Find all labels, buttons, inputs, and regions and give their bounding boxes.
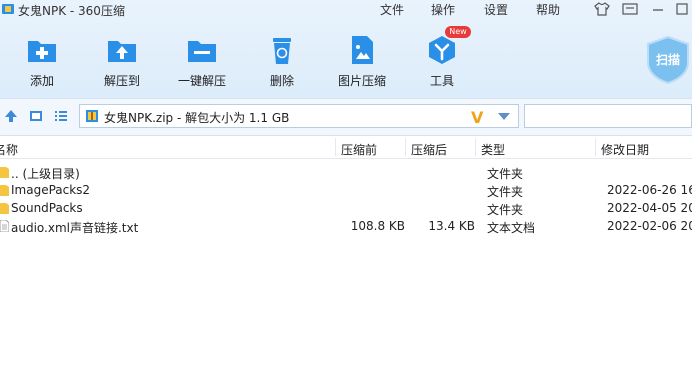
message-icon[interactable] <box>622 2 638 16</box>
add-label: 添加 <box>29 74 54 88</box>
column-type[interactable]: 类型 <box>481 141 505 158</box>
menu-operate[interactable]: 操作 <box>431 1 455 18</box>
skin-shirt-icon[interactable] <box>594 2 610 16</box>
column-name[interactable]: 名称 <box>0 141 18 158</box>
file-row[interactable]: SoundPacks 文件夹 2022-04-05 20 <box>0 199 692 217</box>
chevron-down-icon[interactable] <box>498 113 510 120</box>
folder-icon <box>0 185 9 196</box>
file-name: ImagePacks2 <box>11 183 91 197</box>
thumbnail-view-icon[interactable] <box>29 109 43 123</box>
address-bar[interactable]: 女鬼NPK.zip - 解包大小为 1.1 GB V <box>79 104 519 128</box>
verified-v-icon[interactable]: V <box>471 108 483 127</box>
image-compress-icon <box>352 36 373 64</box>
scan-button[interactable]: 扫描 <box>646 35 690 85</box>
window-title: 女鬼NPK - 360压缩 <box>18 4 125 18</box>
add-icon <box>28 41 56 62</box>
column-separator[interactable] <box>405 138 406 156</box>
column-compressed[interactable]: 压缩后 <box>411 141 447 158</box>
column-separator[interactable] <box>335 138 336 156</box>
file-name: audio.xml声音链接.txt <box>11 221 139 235</box>
file-modified: 2022-04-05 20 <box>607 201 692 215</box>
one-click-extract-button[interactable]: 一键解压 <box>166 26 238 90</box>
file-name: SoundPacks <box>11 201 83 215</box>
menu-settings[interactable]: 设置 <box>484 1 508 18</box>
file-compressed-size: 13.4 KB <box>428 219 475 233</box>
address-row: 女鬼NPK.zip - 解包大小为 1.1 GB V <box>0 98 692 136</box>
column-modified[interactable]: 修改日期 <box>601 141 649 158</box>
text-file-icon <box>0 220 9 232</box>
add-button[interactable]: 添加 <box>6 26 78 90</box>
one-click-extract-label: 一键解压 <box>177 74 226 88</box>
column-separator[interactable] <box>595 138 596 156</box>
tools-label: 工具 <box>429 74 454 88</box>
file-type: 文件夹 <box>487 167 524 181</box>
file-name: .. (上级目录) <box>11 167 80 181</box>
recycle-bin-icon <box>273 38 291 64</box>
zip-archive-icon <box>86 110 98 122</box>
extract-to-label: 解压到 <box>103 74 140 88</box>
new-badge: New <box>445 26 471 38</box>
extract-to-button[interactable]: 解压到 <box>86 26 158 90</box>
column-separator[interactable] <box>475 138 476 156</box>
up-arrow-icon[interactable] <box>4 109 18 123</box>
file-row[interactable]: .. (上级目录) 文件夹 <box>0 163 692 181</box>
folder-icon <box>0 167 9 178</box>
top-area: 女鬼NPK - 360压缩 文件 操作 设置 帮助 添加 解压到 一键解压 删除… <box>0 0 692 98</box>
list-view-icon[interactable] <box>54 109 68 123</box>
file-type: 文本文档 <box>487 221 536 235</box>
search-input[interactable] <box>524 104 692 128</box>
image-compress-button[interactable]: 图片压缩 <box>326 26 398 90</box>
column-header: 名称 压缩前 压缩后 类型 修改日期 <box>0 136 692 159</box>
maximize-icon[interactable] <box>674 2 690 16</box>
file-row[interactable]: audio.xml声音链接.txt 108.8 KB 13.4 KB 文本文档 … <box>0 217 692 235</box>
file-type: 文件夹 <box>487 185 524 199</box>
folder-icon <box>0 203 9 214</box>
file-type: 文件夹 <box>487 203 524 217</box>
menu-file[interactable]: 文件 <box>380 1 404 18</box>
address-text: 女鬼NPK.zip - 解包大小为 1.1 GB <box>104 111 290 125</box>
menu-help[interactable]: 帮助 <box>536 1 560 18</box>
column-packed[interactable]: 压缩前 <box>341 141 377 158</box>
file-modified: 2022-02-06 20 <box>607 219 692 233</box>
title-bar: 女鬼NPK - 360压缩 文件 操作 设置 帮助 <box>0 0 692 20</box>
file-modified: 2022-06-26 16 <box>607 183 692 197</box>
tools-cube-icon <box>429 36 455 64</box>
app-logo-icon <box>2 4 14 14</box>
one-click-extract-icon <box>188 41 216 62</box>
delete-label: 删除 <box>269 74 294 88</box>
minimize-icon[interactable] <box>650 2 666 16</box>
file-row[interactable]: ImagePacks2 文件夹 2022-06-26 16 <box>0 181 692 199</box>
file-packed-size: 108.8 KB <box>350 219 405 233</box>
scan-label: 扫描 <box>656 53 681 67</box>
image-compress-label: 图片压缩 <box>337 74 386 88</box>
extract-to-icon <box>108 41 136 62</box>
delete-button[interactable]: 删除 <box>246 26 318 90</box>
